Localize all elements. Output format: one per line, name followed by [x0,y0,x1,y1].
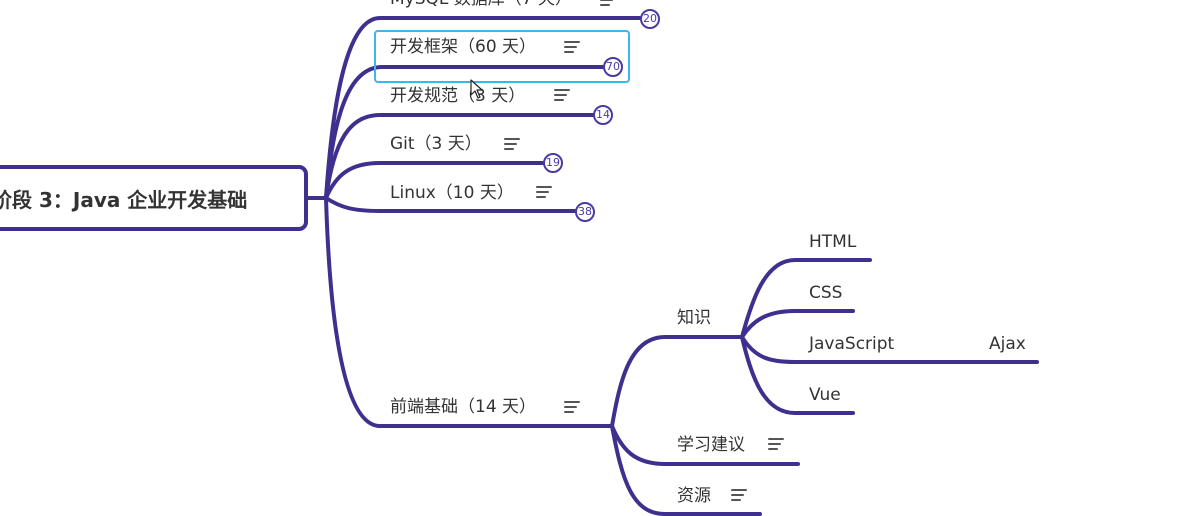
count-badge[interactable]: 20 [640,9,660,29]
count-badge[interactable]: 14 [593,105,613,125]
count-badge[interactable]: 70 [603,57,623,77]
note-icon[interactable] [536,186,552,198]
root-topic-label: 阶段 3：Java 企业开发基础 [0,187,248,212]
note-icon[interactable] [504,138,520,150]
note-icon[interactable] [731,489,747,501]
topic-git[interactable]: Git（3 天） [390,133,482,155]
count-badge[interactable]: 38 [575,202,595,222]
topic-javascript[interactable]: JavaScript [809,333,894,355]
note-icon[interactable] [600,0,616,6]
note-icon[interactable] [564,401,580,413]
topic-css[interactable]: CSS [809,282,842,304]
note-icon[interactable] [564,41,580,53]
topic-vue[interactable]: Vue [809,384,841,406]
count-badge[interactable]: 19 [543,153,563,173]
note-icon[interactable] [554,89,570,101]
mouse-cursor-icon [470,79,483,99]
connector-frontend [324,196,614,428]
topic-learning-advice[interactable]: 学习建议 [677,434,745,456]
topic-ajax[interactable]: Ajax [989,333,1026,355]
topic-linux[interactable]: Linux（10 天） [390,182,514,204]
connector-frontend-knowledge [610,335,744,428]
note-icon[interactable] [768,438,784,450]
connector-knowledge-html [740,258,872,339]
topic-frontend[interactable]: 前端基础（14 天） [390,396,536,418]
root-topic[interactable]: 阶段 3：Java 企业开发基础 [0,165,308,231]
topic-resources[interactable]: 资源 [677,485,711,507]
topic-mysql[interactable]: MySQL 数据库（7 天） [390,0,572,10]
topic-dev-spec[interactable]: 开发规范（3 天） [390,85,525,107]
topic-html[interactable]: HTML [809,231,856,253]
topic-dev-framework[interactable]: 开发框架（60 天） [390,36,536,58]
topic-knowledge[interactable]: 知识 [677,307,711,329]
